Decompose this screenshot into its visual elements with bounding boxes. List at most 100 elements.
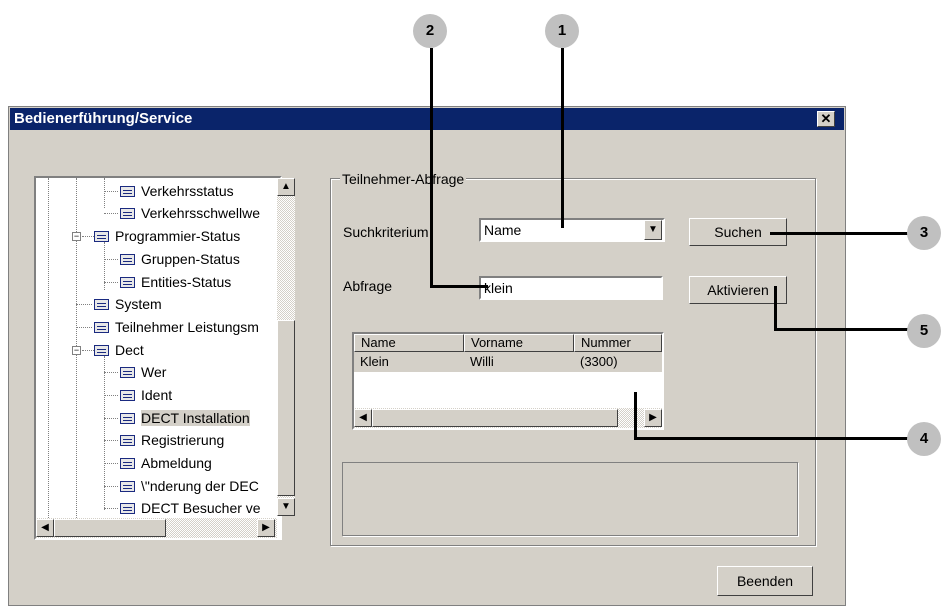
- document-icon: [120, 390, 135, 401]
- cell-name: Klein: [360, 354, 389, 369]
- tree-item-label: Teilnehmer Leistungsm: [115, 319, 259, 335]
- tree-line: [76, 304, 92, 305]
- tree-item[interactable]: Verkehrsschwellwe: [120, 204, 260, 222]
- query-input[interactable]: klein: [479, 276, 663, 300]
- tree-item[interactable]: DECT Besucher ve: [120, 499, 261, 517]
- close-icon[interactable]: ✕: [817, 111, 835, 127]
- activate-button[interactable]: Aktivieren: [689, 276, 787, 304]
- criterion-dropdown[interactable]: Name: [479, 218, 665, 242]
- tree-line: [48, 178, 49, 538]
- tree-item[interactable]: Ident: [120, 386, 172, 404]
- tree-item-label: Dect: [115, 342, 144, 358]
- tree-item[interactable]: \"nderung der DEC: [120, 477, 259, 495]
- tree-item-label: \"nderung der DEC: [141, 478, 259, 494]
- query-value: klein: [484, 280, 513, 296]
- criterion-value: Name: [484, 222, 522, 238]
- tree-item-label: DECT Installation: [141, 410, 250, 426]
- tree-item[interactable]: Gruppen-Status: [120, 250, 240, 268]
- query-label: Abfrage: [343, 278, 393, 294]
- scroll-thumb[interactable]: [54, 519, 166, 537]
- close-button[interactable]: Beenden: [717, 566, 813, 596]
- document-icon: [94, 231, 109, 242]
- document-icon: [120, 435, 135, 446]
- cell-firstname: Willi: [470, 354, 494, 369]
- column-header-name[interactable]: Name: [354, 334, 464, 352]
- tree-item-label: DECT Besucher ve: [141, 500, 261, 516]
- scroll-thumb[interactable]: [372, 409, 618, 427]
- column-header-firstname[interactable]: Vorname: [464, 334, 574, 352]
- tree-item[interactable]: Dect: [94, 341, 144, 359]
- callout-line: [774, 286, 777, 330]
- tree-item[interactable]: Abmeldung: [120, 454, 212, 472]
- tree-line: [104, 372, 118, 373]
- tree-line: [104, 395, 118, 396]
- tree-item-label: Ident: [141, 387, 173, 403]
- document-icon: [120, 186, 135, 197]
- tree-item[interactable]: Registrierung: [120, 431, 224, 449]
- tree-line: [104, 178, 105, 208]
- tree-item[interactable]: Teilnehmer Leistungsm: [94, 318, 259, 336]
- scroll-down-icon[interactable]: ▼: [277, 498, 295, 516]
- callout-line: [770, 232, 910, 235]
- document-icon: [120, 277, 135, 288]
- callout-1: 1: [545, 14, 579, 48]
- tree-item-label: Verkehrsstatus: [141, 183, 234, 199]
- info-box: [342, 462, 798, 536]
- scroll-left-icon[interactable]: ◀: [354, 409, 372, 427]
- tree-item[interactable]: System: [94, 295, 162, 313]
- navigation-tree[interactable]: − − Verkehrsstatus Verkehrsschwellwe Pro…: [34, 176, 282, 540]
- document-icon: [120, 254, 135, 265]
- document-icon: [120, 503, 135, 514]
- cell-number: (3300): [580, 354, 618, 369]
- document-icon: [94, 345, 109, 356]
- document-icon: [120, 367, 135, 378]
- scroll-left-icon[interactable]: ◀: [36, 519, 54, 537]
- tree-item-selected[interactable]: DECT Installation: [120, 409, 250, 427]
- tree-item-label: Verkehrsschwellwe: [141, 205, 261, 221]
- criterion-label: Suchkriterium: [343, 224, 429, 240]
- tree-item-label: Abmeldung: [141, 455, 212, 471]
- document-icon: [120, 208, 135, 219]
- scroll-thumb[interactable]: [277, 320, 295, 496]
- window-title: Bedienerführung/Service: [10, 108, 844, 130]
- tree-line: [104, 191, 118, 192]
- tree-item-label: Registrierung: [141, 432, 225, 448]
- tree-item[interactable]: Programmier-Status: [94, 227, 240, 245]
- scroll-right-icon[interactable]: ▶: [644, 409, 662, 427]
- column-header-number[interactable]: Nummer: [574, 334, 662, 352]
- tree-item-label: Programmier-Status: [115, 228, 241, 244]
- tree-item-label: Entities-Status: [141, 274, 232, 290]
- tree-line: [104, 213, 118, 214]
- callout-line: [774, 328, 910, 331]
- callout-line: [430, 48, 433, 288]
- callout-line: [634, 437, 910, 440]
- tree-line: [104, 463, 118, 464]
- group-label: Teilnehmer-Abfrage: [340, 171, 467, 187]
- tree-line: [76, 327, 92, 328]
- tree-item-label: Gruppen-Status: [141, 251, 240, 267]
- collapse-icon[interactable]: −: [72, 346, 81, 355]
- tree-line: [104, 486, 118, 487]
- document-icon: [94, 322, 109, 333]
- tree-item[interactable]: Entities-Status: [120, 273, 231, 291]
- tree-item[interactable]: Verkehrsstatus: [120, 182, 234, 200]
- chevron-down-icon[interactable]: ▼: [644, 220, 662, 240]
- tree-item[interactable]: Wer: [120, 363, 166, 381]
- tree-line: [104, 440, 118, 441]
- callout-4: 4: [907, 422, 941, 456]
- callout-5: 5: [907, 314, 941, 348]
- callout-line: [430, 285, 488, 288]
- tree-line: [104, 282, 118, 283]
- scroll-right-icon[interactable]: ▶: [257, 519, 275, 537]
- document-icon: [120, 481, 135, 492]
- document-icon: [94, 299, 109, 310]
- tree-line: [104, 259, 118, 260]
- collapse-icon[interactable]: −: [72, 232, 81, 241]
- tree-line: [104, 418, 118, 419]
- document-icon: [120, 413, 135, 424]
- callout-line: [561, 48, 564, 228]
- tree-item-label: Wer: [141, 364, 167, 380]
- scroll-up-icon[interactable]: ▲: [277, 178, 295, 196]
- tree-item-label: System: [115, 296, 162, 312]
- callout-2: 2: [413, 14, 447, 48]
